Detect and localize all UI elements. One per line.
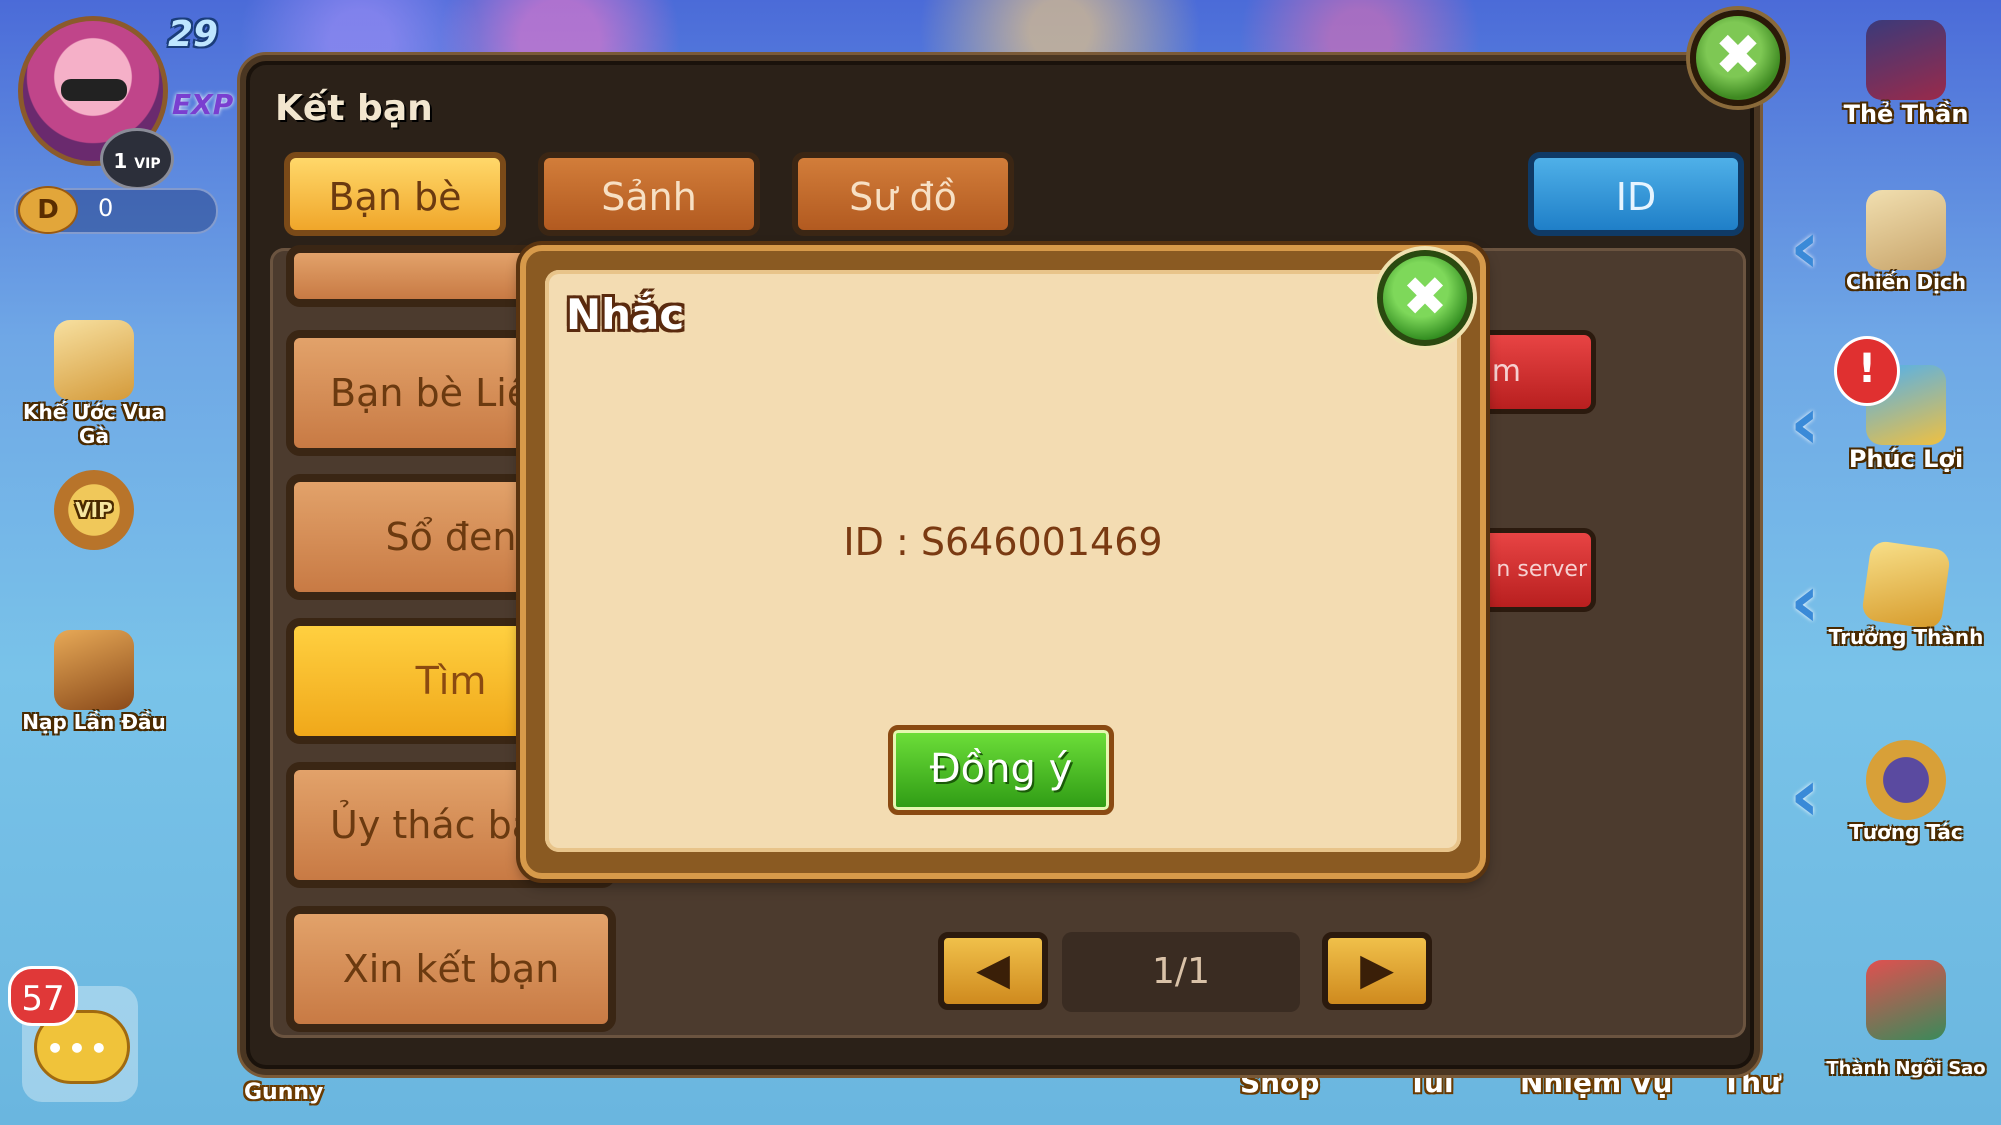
tab-sanh[interactable]: Sảnh bbox=[538, 152, 760, 236]
coin-value: 0 bbox=[98, 194, 114, 222]
collapse-chevron-icon[interactable]: ‹ bbox=[1790, 387, 1834, 459]
thanh-ngoi-sao-button[interactable]: Thành Ngôi Sao bbox=[1826, 960, 1986, 1080]
truong-thanh-button[interactable]: Trưởng Thành bbox=[1829, 539, 1983, 665]
reminder-dialog-title: Nhắc bbox=[566, 290, 685, 339]
book-icon bbox=[1860, 539, 1952, 631]
friend-window-title: Kết bạn bbox=[275, 88, 433, 129]
notification-alert-icon: ! bbox=[1834, 336, 1900, 406]
card-icon bbox=[1866, 20, 1946, 100]
phuc-loi-label: Phúc Lợi bbox=[1848, 445, 1964, 473]
reminder-dialog-close-button[interactable]: ✖ bbox=[1377, 250, 1473, 346]
next-page-button[interactable]: ▶ bbox=[1322, 932, 1432, 1010]
tab-ban-be[interactable]: Bạn bè bbox=[284, 152, 506, 236]
khe-uoc-vua-ga-label: Khế Ước Vua Gà bbox=[22, 400, 166, 448]
coin-icon: D bbox=[18, 186, 78, 234]
nap-lan-dau-button[interactable]: Nạp Lần Đầu bbox=[22, 630, 166, 750]
treasure-chest-icon bbox=[54, 630, 134, 710]
tuong-tac-label: Tương Tác bbox=[1849, 820, 1963, 844]
chat-dots-icon: ••• bbox=[46, 1032, 112, 1065]
collapse-chevron-icon[interactable]: ‹ bbox=[1790, 759, 1834, 831]
vip-level-number: 1 bbox=[113, 149, 128, 173]
tab-su-do[interactable]: Sư đồ bbox=[792, 152, 1014, 236]
vip-level-badge[interactable]: 1 VIP bbox=[100, 128, 174, 190]
thanh-ngoi-sao-label: Thành Ngôi Sao bbox=[1826, 1058, 1986, 1079]
truong-thanh-label: Trưởng Thành bbox=[1828, 625, 1984, 649]
friend-window-close-button[interactable]: ✖ bbox=[1690, 10, 1786, 106]
shield-crest-icon bbox=[1866, 740, 1946, 820]
confirm-button[interactable]: Đồng ý bbox=[888, 725, 1114, 815]
star-ship-icon bbox=[1866, 960, 1946, 1040]
chien-dich-button[interactable]: Chiến Dịch bbox=[1846, 190, 1966, 310]
collapse-chevron-icon[interactable]: ‹ bbox=[1790, 565, 1834, 637]
gunny-label[interactable]: Gunny bbox=[244, 1080, 323, 1105]
khe-uoc-vua-ga-button[interactable]: Khế Ước Vua Gà bbox=[23, 320, 165, 448]
vip-label: VIP bbox=[134, 156, 161, 172]
collapse-chevron-icon[interactable]: ‹ bbox=[1790, 211, 1834, 283]
page-indicator: 1/1 bbox=[1062, 932, 1300, 1012]
nap-lan-dau-label: Nạp Lần Đầu bbox=[22, 710, 166, 734]
vip-icon-label: VIP bbox=[75, 498, 113, 522]
vip-button[interactable]: VIP bbox=[34, 470, 154, 590]
cross-server-search-button[interactable]: n server bbox=[1476, 528, 1596, 612]
scroll-icon bbox=[54, 320, 134, 400]
search-action-button[interactable]: m bbox=[1476, 330, 1596, 414]
reminder-message: ID : S646001469 bbox=[843, 520, 1163, 564]
map-scroll-icon bbox=[1866, 190, 1946, 270]
friend-request-button[interactable]: Xin kết bạn bbox=[286, 906, 616, 1032]
tab-id[interactable]: ID bbox=[1528, 152, 1744, 236]
the-than-label: Thẻ Thần bbox=[1843, 100, 1969, 128]
tuong-tac-button[interactable]: Tương Tác bbox=[1846, 740, 1966, 860]
the-than-button[interactable]: Thẻ Thần bbox=[1844, 20, 1968, 140]
prev-page-button[interactable]: ◀ bbox=[938, 932, 1048, 1010]
player-level: 29 bbox=[168, 14, 219, 55]
chien-dich-label: Chiến Dịch bbox=[1845, 270, 1967, 294]
message-count-badge: 57 bbox=[8, 966, 78, 1026]
